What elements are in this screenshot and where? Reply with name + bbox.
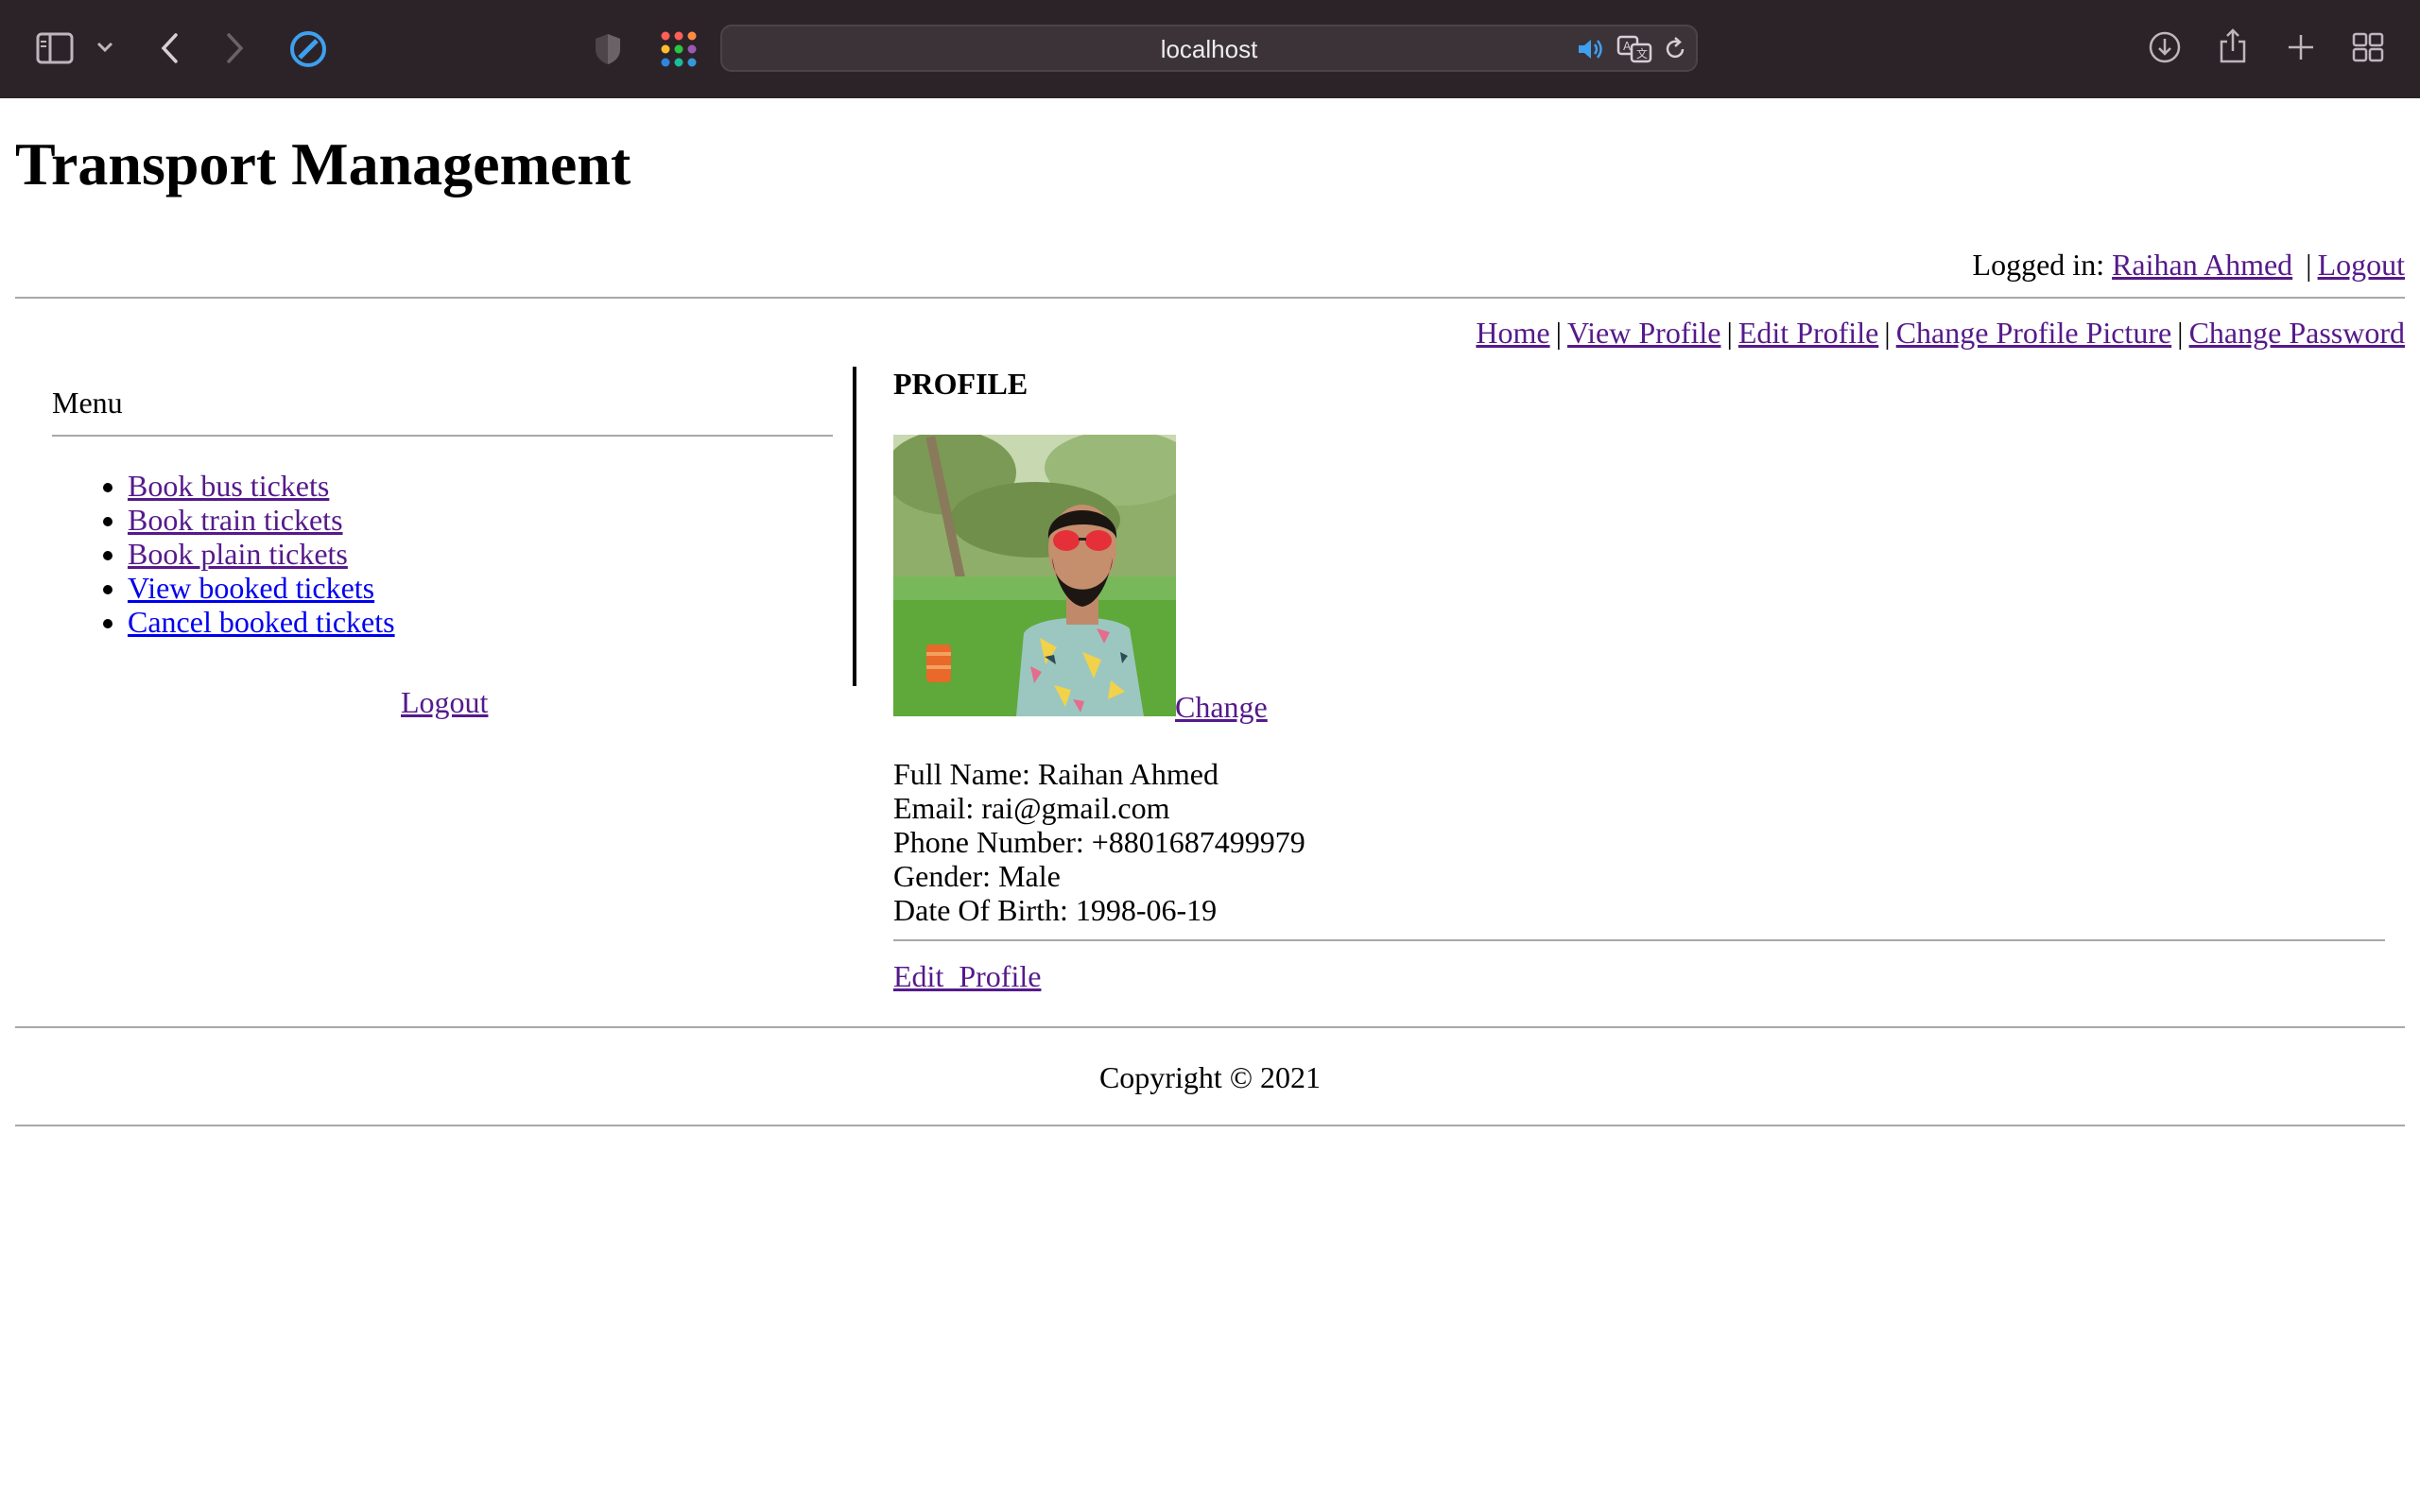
svg-text:文: 文 <box>1636 46 1648 60</box>
page-title: Transport Management <box>15 130 631 198</box>
safari-compass-icon[interactable] <box>289 30 327 68</box>
list-item: Book train tickets <box>128 503 395 537</box>
user-profile-link[interactable]: Raihan Ahmed <box>2112 248 2292 282</box>
full-name-field: Full Name: Raihan Ahmed <box>893 757 1219 791</box>
nav-change-password[interactable]: Change Password <box>2189 316 2405 350</box>
new-tab-icon[interactable] <box>2286 32 2316 62</box>
menu-title: Menu <box>52 386 123 420</box>
footer-top-divider <box>15 1026 2405 1028</box>
sidebar-icon[interactable] <box>36 32 74 64</box>
separator: | <box>1726 316 1733 350</box>
chevron-down-icon[interactable] <box>96 42 113 53</box>
profile-picture <box>893 435 1176 716</box>
profile-nav: Home | View Profile | Edit Profile | Change Pr… <box>1476 316 2405 350</box>
list-item: Cancel booked tickets <box>128 605 395 639</box>
sidebar-logout-link[interactable]: Logout <box>401 685 488 719</box>
separator: | <box>1555 316 1562 350</box>
separator: | <box>2177 316 2184 350</box>
separator: | <box>2306 248 2312 282</box>
share-icon[interactable] <box>2218 28 2248 64</box>
menu-book-bus[interactable]: Book bus tickets <box>128 469 329 503</box>
menu-list: Book bus tickets Book train tickets Book… <box>52 469 395 639</box>
menu-view-booked[interactable]: View booked tickets <box>128 571 374 605</box>
edit-profile-link[interactable]: Edit_Profile <box>893 959 1041 993</box>
menu-divider <box>52 435 833 437</box>
download-icon[interactable] <box>2148 30 2182 64</box>
translate-icon[interactable]: A文 <box>1616 35 1652 63</box>
menu-cancel-booked[interactable]: Cancel booked tickets <box>128 605 395 639</box>
email-field: Email: rai@gmail.com <box>893 791 1170 825</box>
svg-text:A: A <box>1623 40 1632 53</box>
browser-toolbar: localhost A文 <box>0 0 2420 98</box>
change-picture-link[interactable]: Change <box>1175 690 1268 724</box>
profile-heading: PROFILE <box>893 367 1028 401</box>
separator: | <box>1884 316 1891 350</box>
menu-book-train[interactable]: Book train tickets <box>128 503 343 537</box>
list-item: View booked tickets <box>128 571 395 605</box>
nav-edit-profile[interactable]: Edit Profile <box>1738 316 1878 350</box>
gender-field: Gender: Male <box>893 859 1061 893</box>
menu-book-plain[interactable]: Book plain tickets <box>128 537 348 571</box>
tab-overview-icon[interactable] <box>2352 32 2384 62</box>
address-text[interactable]: localhost <box>722 35 1696 64</box>
back-icon[interactable] <box>159 32 180 64</box>
profile-details: Full Name: Raihan Ahmed Email: rai@gmail… <box>893 757 1305 927</box>
nav-view-profile[interactable]: View Profile <box>1567 316 1720 350</box>
footer-bottom-divider <box>15 1125 2405 1126</box>
apps-grid-icon[interactable] <box>660 30 698 68</box>
forward-icon[interactable] <box>225 32 246 64</box>
copyright-text: Copyright © 2021 <box>1098 1060 1322 1094</box>
header-divider <box>15 297 2405 299</box>
list-item: Book plain tickets <box>128 537 395 571</box>
nav-change-profile-picture[interactable]: Change Profile Picture <box>1896 316 2171 350</box>
phone-field: Phone Number: +8801687499979 <box>893 825 1305 859</box>
header-logout-link[interactable]: Logout <box>2318 248 2405 282</box>
logged-in-label: Logged in: <box>1972 248 2105 282</box>
shield-icon[interactable] <box>594 32 622 66</box>
profile-divider <box>893 939 2385 941</box>
nav-home[interactable]: Home <box>1476 316 1549 350</box>
login-status: Logged in: Raihan Ahmed | Logout <box>1973 248 2405 282</box>
address-bar[interactable]: localhost A文 <box>720 25 1698 72</box>
speaker-icon[interactable] <box>1577 36 1605 62</box>
reload-icon[interactable] <box>1662 36 1688 62</box>
dob-field: Date Of Birth: 1998-06-19 <box>893 893 1218 927</box>
list-item: Book bus tickets <box>128 469 395 503</box>
column-divider <box>853 367 856 686</box>
